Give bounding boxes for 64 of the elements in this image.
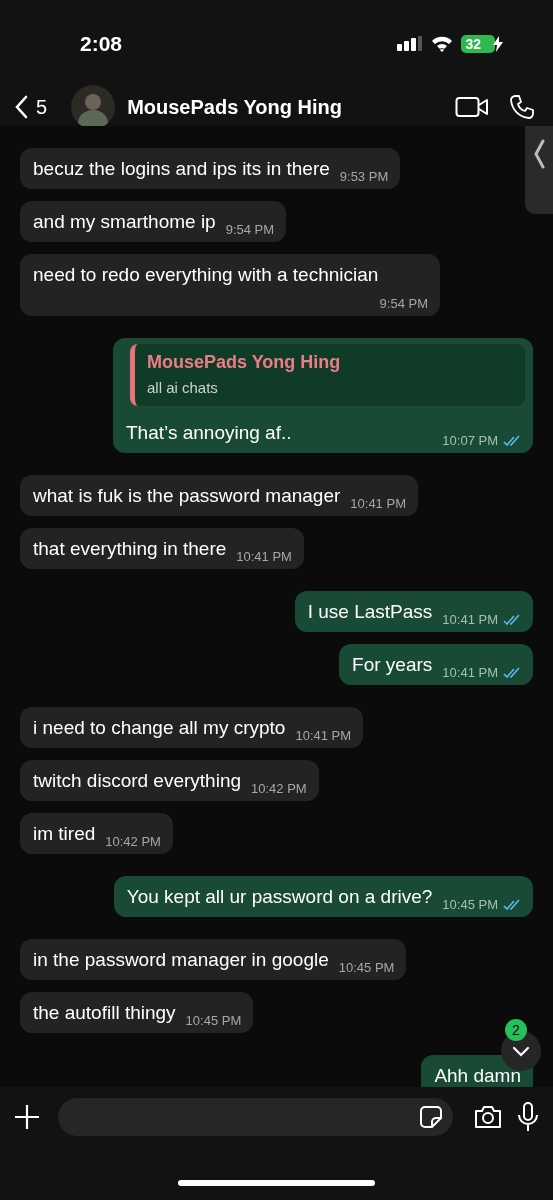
sticker-icon[interactable] — [419, 1105, 443, 1129]
quote-author: MousePads Yong Hing — [147, 352, 342, 373]
message-time: 10:45 PM — [338, 960, 395, 975]
message-time: 9:53 PM — [339, 169, 389, 184]
message-time: 10:07 PM — [442, 433, 498, 448]
status-time: 2:08 — [80, 32, 124, 56]
camera-button[interactable] — [473, 1105, 503, 1129]
received-message-bubble[interactable]: im tired 10:42 PM — [20, 813, 173, 854]
message-text: twitch discord everything — [33, 769, 242, 793]
sent-message-bubble[interactable]: I use LastPass 10:41 PM — [294, 591, 533, 632]
quote-text: all ai chats — [147, 379, 219, 396]
received-message-bubble[interactable]: in the password manager in google 10:45 PM — [20, 939, 407, 980]
message-input-field[interactable] — [58, 1098, 453, 1136]
message-text: For years — [352, 653, 433, 677]
received-message-bubble[interactable]: becuz the logins and ips its in there 9:53 PM — [20, 148, 401, 189]
message-text: becuz the logins and ips its in there — [33, 157, 330, 181]
message-text: I use LastPass — [307, 600, 433, 624]
received-message-bubble[interactable]: and my smarthome ip 9:54 PM — [20, 201, 287, 242]
message-time: 10:41 PM — [295, 728, 352, 743]
received-message-bubble[interactable]: twitch discord everything 10:42 PM — [20, 760, 319, 801]
message-text: need to redo everything with a technician — [33, 263, 380, 287]
contact-name[interactable]: MousePads Yong Hing — [127, 95, 447, 119]
message-text: in the password manager in google — [33, 948, 329, 972]
message-time: 10:41 PM — [442, 665, 498, 680]
message-text: what is fuk is the password manager — [33, 484, 341, 508]
back-button[interactable]: 5 — [14, 95, 48, 119]
message-time: 10:41 PM — [350, 496, 406, 511]
side-panel-handle[interactable] — [525, 126, 553, 214]
message-time: 10:45 PM — [442, 897, 498, 912]
phone-call-icon[interactable] — [509, 94, 535, 120]
microphone-button[interactable] — [517, 1102, 539, 1132]
add-button[interactable] — [14, 1104, 40, 1130]
message-time: 9:54 PM — [225, 222, 275, 237]
sent-message-bubble[interactable]: MousePads Yong Hing all ai chats That’s annoying af.. 10:07 PM — [113, 338, 533, 453]
message-time: 10:41 PM — [442, 612, 498, 627]
message-time: 10:45 PM — [185, 1013, 242, 1028]
unread-count-badge: 2 — [505, 1019, 527, 1041]
sent-message-bubble[interactable]: For years 10:41 PM — [339, 644, 533, 685]
received-message-bubble[interactable]: that everything in there 10:41 PM — [20, 528, 304, 569]
quoted-message[interactable]: MousePads Yong Hing all ai chats — [130, 344, 525, 406]
chevron-down-icon — [512, 1045, 530, 1057]
message-text: im tired — [33, 822, 96, 846]
sent-message-bubble[interactable]: You kept all ur password on a drive? 10:45 PM — [113, 876, 533, 917]
received-message-bubble[interactable]: what is fuk is the password manager 10:41 PM — [20, 475, 418, 516]
received-message-bubble[interactable]: i need to change all my crypto 10:41 PM — [20, 707, 364, 748]
chevron-left-icon — [533, 139, 545, 169]
message-text: i need to change all my crypto — [33, 716, 286, 740]
message-text: That’s annoying af.. — [126, 421, 293, 445]
cellular-signal-icon — [397, 36, 424, 52]
message-text: You kept all ur password on a drive? — [126, 885, 433, 909]
received-message-bubble[interactable]: need to redo everything with a technician 9:54 PM — [20, 254, 440, 316]
message-text: Ahh damn — [434, 1064, 521, 1087]
message-text: and my smarthome ip — [33, 210, 216, 234]
message-text: the autofill thingy — [33, 1001, 176, 1025]
message-text: that everything in there — [33, 537, 227, 561]
battery-level: 32 — [461, 35, 495, 53]
received-message-bubble[interactable]: the autofill thingy 10:45 PM — [20, 992, 254, 1033]
message-time: 9:54 PM — [379, 296, 428, 311]
video-call-icon[interactable] — [455, 95, 489, 119]
wifi-icon — [431, 36, 454, 52]
message-time: 10:42 PM — [251, 781, 307, 796]
contact-avatar[interactable] — [71, 85, 116, 129]
message-time: 10:41 PM — [236, 549, 292, 564]
message-time: 10:42 PM — [105, 834, 161, 849]
